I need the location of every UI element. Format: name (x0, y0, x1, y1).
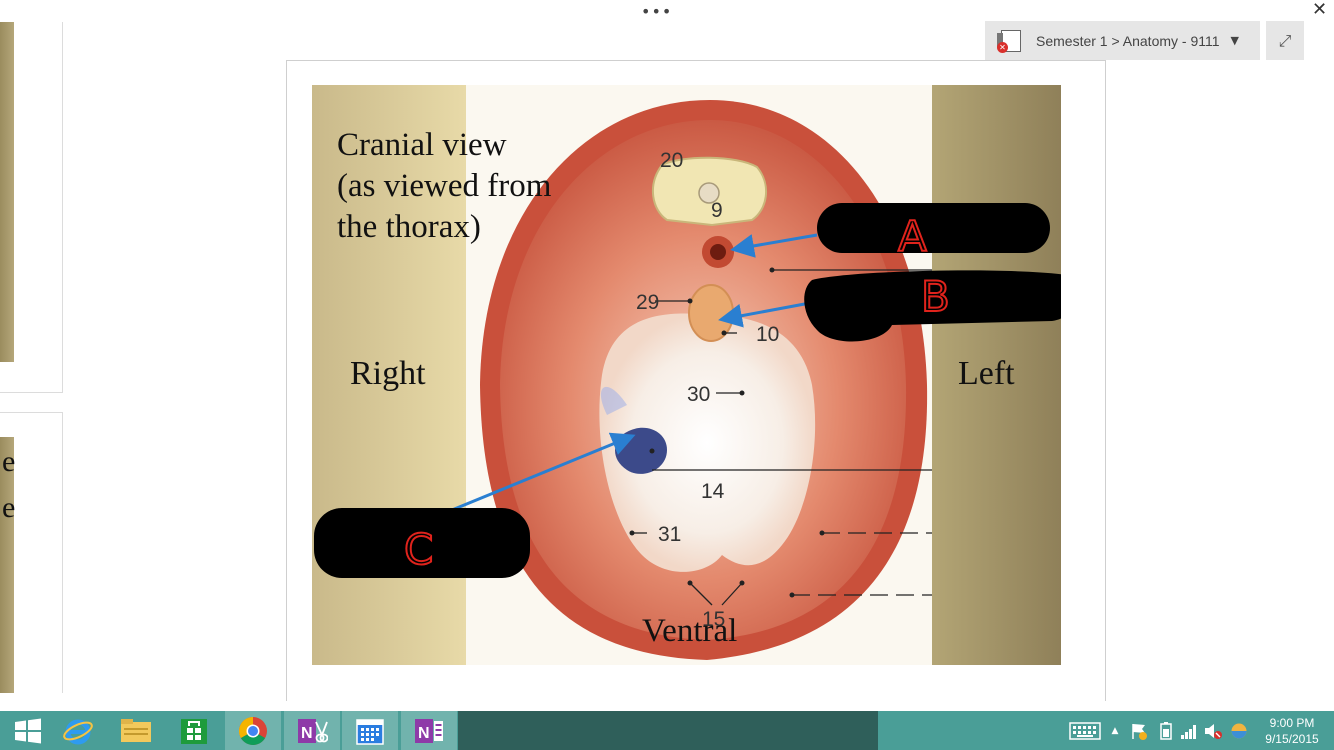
start-button[interactable] (0, 711, 56, 750)
battery-button[interactable] (1156, 711, 1176, 750)
clock-time: 9:00 PM (1269, 716, 1315, 730)
cut-off-text: e (2, 491, 16, 524)
handwritten-c: C (404, 525, 433, 574)
chevron-down-icon: ▼ (1230, 34, 1239, 47)
network-button[interactable] (1178, 711, 1200, 750)
unsynced-page-icon: ✕ (997, 29, 1023, 53)
taskbar-store[interactable] (166, 711, 222, 750)
label-10: 10 (756, 323, 779, 346)
system-clock[interactable]: 9:00 PM 9/15/2015 (1256, 715, 1328, 747)
folder-icon (121, 718, 151, 742)
calendar-icon (356, 718, 384, 745)
internet-explorer-icon (63, 719, 93, 744)
side-label-left: Left (958, 355, 1015, 392)
label-20: 20 (660, 149, 683, 172)
view-caption: Cranial view (as viewed from the thorax) (337, 127, 552, 245)
handwritten-a: A (898, 212, 927, 261)
taskbar: N N ▲ 9:00 PM 9/15/2015 (0, 711, 1334, 750)
taskbar-onenote[interactable]: N (401, 711, 457, 750)
expand-icon: ⤢ (1278, 30, 1292, 50)
volume-muted-icon (1205, 723, 1222, 739)
onenote-icon: N (415, 718, 443, 743)
signal-icon (1181, 724, 1196, 739)
label-29: 29 (636, 291, 659, 314)
taskbar-calendar[interactable] (342, 711, 398, 750)
cut-off-text: e (2, 445, 16, 478)
label-14: 14 (701, 480, 725, 503)
notebook-path-label: Semester 1 > Anatomy - 9111 (1036, 32, 1220, 49)
label-30: 30 (687, 383, 710, 406)
taskbar-empty-area (458, 711, 878, 750)
side-label-right: Right (350, 355, 426, 392)
action-center-button[interactable] (1128, 711, 1150, 750)
flag-icon (1132, 723, 1147, 740)
previous-page-panel-2[interactable]: e e (0, 412, 63, 693)
notebook-location-button[interactable]: ✕ Semester 1 > Anatomy - 9111 ▼ (985, 21, 1260, 60)
windows-logo-icon (15, 718, 41, 743)
label-31: 31 (658, 523, 681, 546)
taskbar-internet-explorer[interactable] (50, 711, 106, 750)
svg-text:N: N (418, 725, 430, 742)
app-status-icon (1231, 723, 1247, 738)
label-9: 9 (711, 199, 723, 222)
expand-button[interactable]: ⤢ (1266, 21, 1304, 60)
keyboard-icon (1069, 721, 1101, 740)
onenote-scissors-icon: N (298, 718, 328, 743)
show-hidden-icons-button[interactable]: ▲ (1106, 711, 1124, 750)
orientation-label-ventral: Ventral (642, 613, 738, 649)
svg-text:N: N (301, 725, 313, 742)
chevron-up-icon: ▲ (1111, 725, 1119, 736)
more-options-icon[interactable]: ••• (641, 2, 672, 21)
diaphragm-figure: 20 9 29 10 30 14 31 15 A B C Cranial vie… (312, 85, 1061, 665)
taskbar-file-explorer[interactable] (108, 711, 164, 750)
store-icon (181, 718, 207, 744)
chrome-icon (239, 716, 267, 745)
redaction-a (817, 203, 1050, 253)
volume-button[interactable] (1202, 711, 1224, 750)
taskbar-chrome[interactable] (225, 711, 281, 750)
notification-app-button[interactable] (1228, 711, 1250, 750)
clock-date: 9/15/2015 (1265, 732, 1319, 746)
previous-page-panel[interactable] (0, 22, 63, 393)
previous-page-image-strip (0, 22, 14, 362)
handwritten-b: B (921, 272, 950, 321)
touch-keyboard-button[interactable] (1066, 711, 1104, 750)
close-icon[interactable]: ✕ (1312, 0, 1327, 20)
battery-icon (1160, 721, 1172, 740)
taskbar-onenote-clipper[interactable]: N (284, 711, 340, 750)
